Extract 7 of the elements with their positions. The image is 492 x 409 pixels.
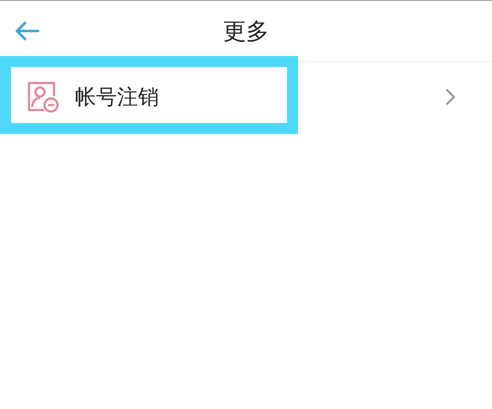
item-label: 帐号注销 [75,84,159,111]
page-title: 更多 [223,18,269,46]
back-button[interactable] [14,21,40,41]
back-arrow-icon [14,21,40,41]
account-remove-icon [26,80,60,114]
chevron-right-icon [444,88,456,106]
list-item[interactable]: 帐号注销 [0,62,492,132]
